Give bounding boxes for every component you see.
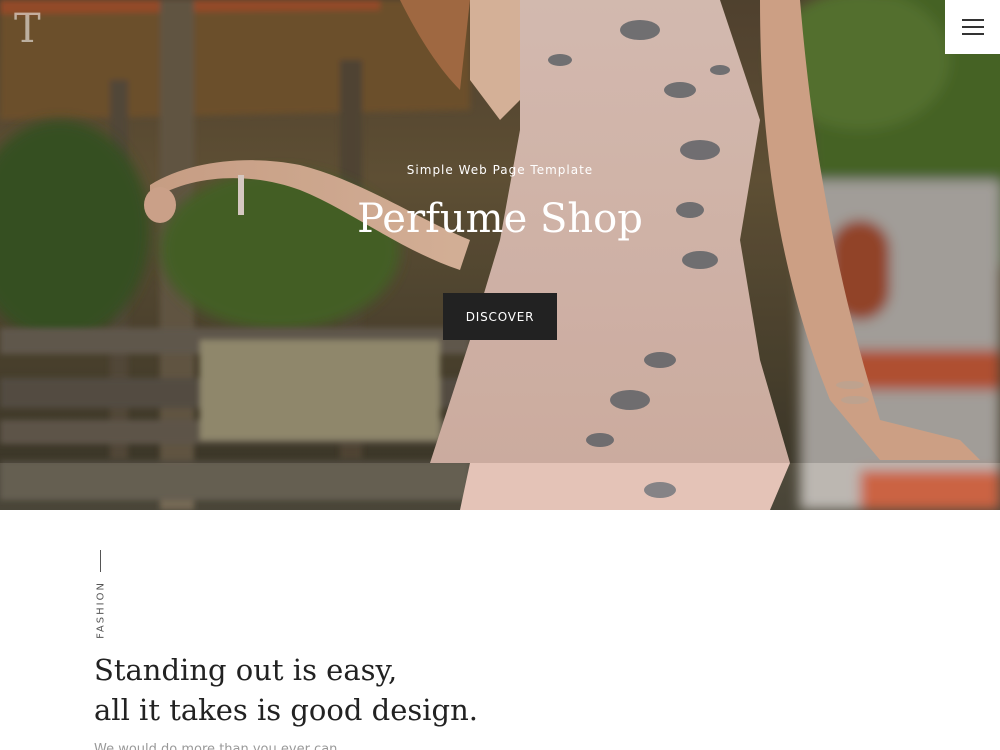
- section-body-text: We would do more than you ever can...: [94, 742, 350, 750]
- hero-section: T Simple Web Page Template Perfume Shop …: [0, 0, 1000, 510]
- section-divider-line: [100, 550, 101, 572]
- hero-subtitle: Simple Web Page Template: [406, 163, 594, 177]
- menu-button[interactable]: [945, 0, 1000, 54]
- headline-line-2: all it takes is good design.: [94, 693, 478, 727]
- page: T Simple Web Page Template Perfume Shop …: [0, 0, 1000, 750]
- discover-button[interactable]: DISCOVER: [443, 293, 557, 340]
- section-label-group: FASHION: [88, 548, 114, 644]
- section-headline: Standing out is easy, all it takes is go…: [94, 650, 478, 730]
- section-label: FASHION: [95, 581, 107, 639]
- site-logo[interactable]: T: [14, 6, 41, 52]
- headline-line-1: Standing out is easy,: [94, 653, 398, 687]
- hero-title: Perfume Shop: [357, 196, 643, 242]
